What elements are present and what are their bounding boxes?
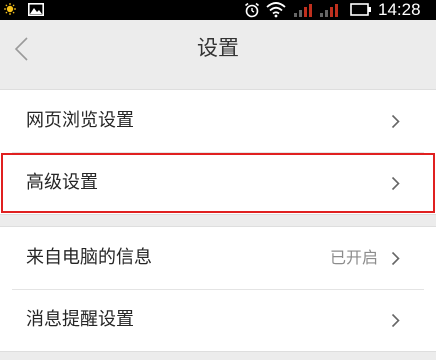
settings-item-advanced[interactable]: 高级设置 xyxy=(0,152,436,214)
battery-icon xyxy=(350,3,371,16)
chevron-right-icon xyxy=(391,313,400,328)
settings-group-2: 来自电脑的信息 已开启 消息提醒设置 xyxy=(0,226,436,352)
settings-item-label: 来自电脑的信息 xyxy=(26,247,152,268)
status-bar: 14:28 xyxy=(0,0,436,20)
back-chevron-icon[interactable] xyxy=(12,36,30,62)
settings-item-notifications[interactable]: 消息提醒设置 xyxy=(0,289,436,351)
settings-item-label: 消息提醒设置 xyxy=(26,309,134,330)
signal-icon xyxy=(320,4,338,17)
page-title: 设置 xyxy=(197,36,239,60)
alarm-icon xyxy=(245,2,259,18)
chevron-right-icon xyxy=(391,251,400,266)
wifi-icon xyxy=(266,2,286,18)
weather-sun-icon xyxy=(4,3,16,15)
settings-item-status: 已开启 xyxy=(329,248,378,267)
settings-item-pc-messages[interactable]: 来自电脑的信息 已开启 xyxy=(0,227,436,289)
chevron-right-icon xyxy=(391,114,400,129)
status-time: 14:28 xyxy=(378,0,421,19)
settings-group-1: 网页浏览设置 高级设置 xyxy=(0,89,436,215)
signal-icon xyxy=(294,4,312,17)
title-bar: 设置 xyxy=(0,20,436,77)
settings-item-web-browsing[interactable]: 网页浏览设置 xyxy=(0,90,436,152)
settings-item-label: 网页浏览设置 xyxy=(26,110,134,131)
settings-item-label: 高级设置 xyxy=(26,172,98,193)
gallery-icon xyxy=(28,3,44,16)
chevron-right-icon xyxy=(391,176,400,191)
